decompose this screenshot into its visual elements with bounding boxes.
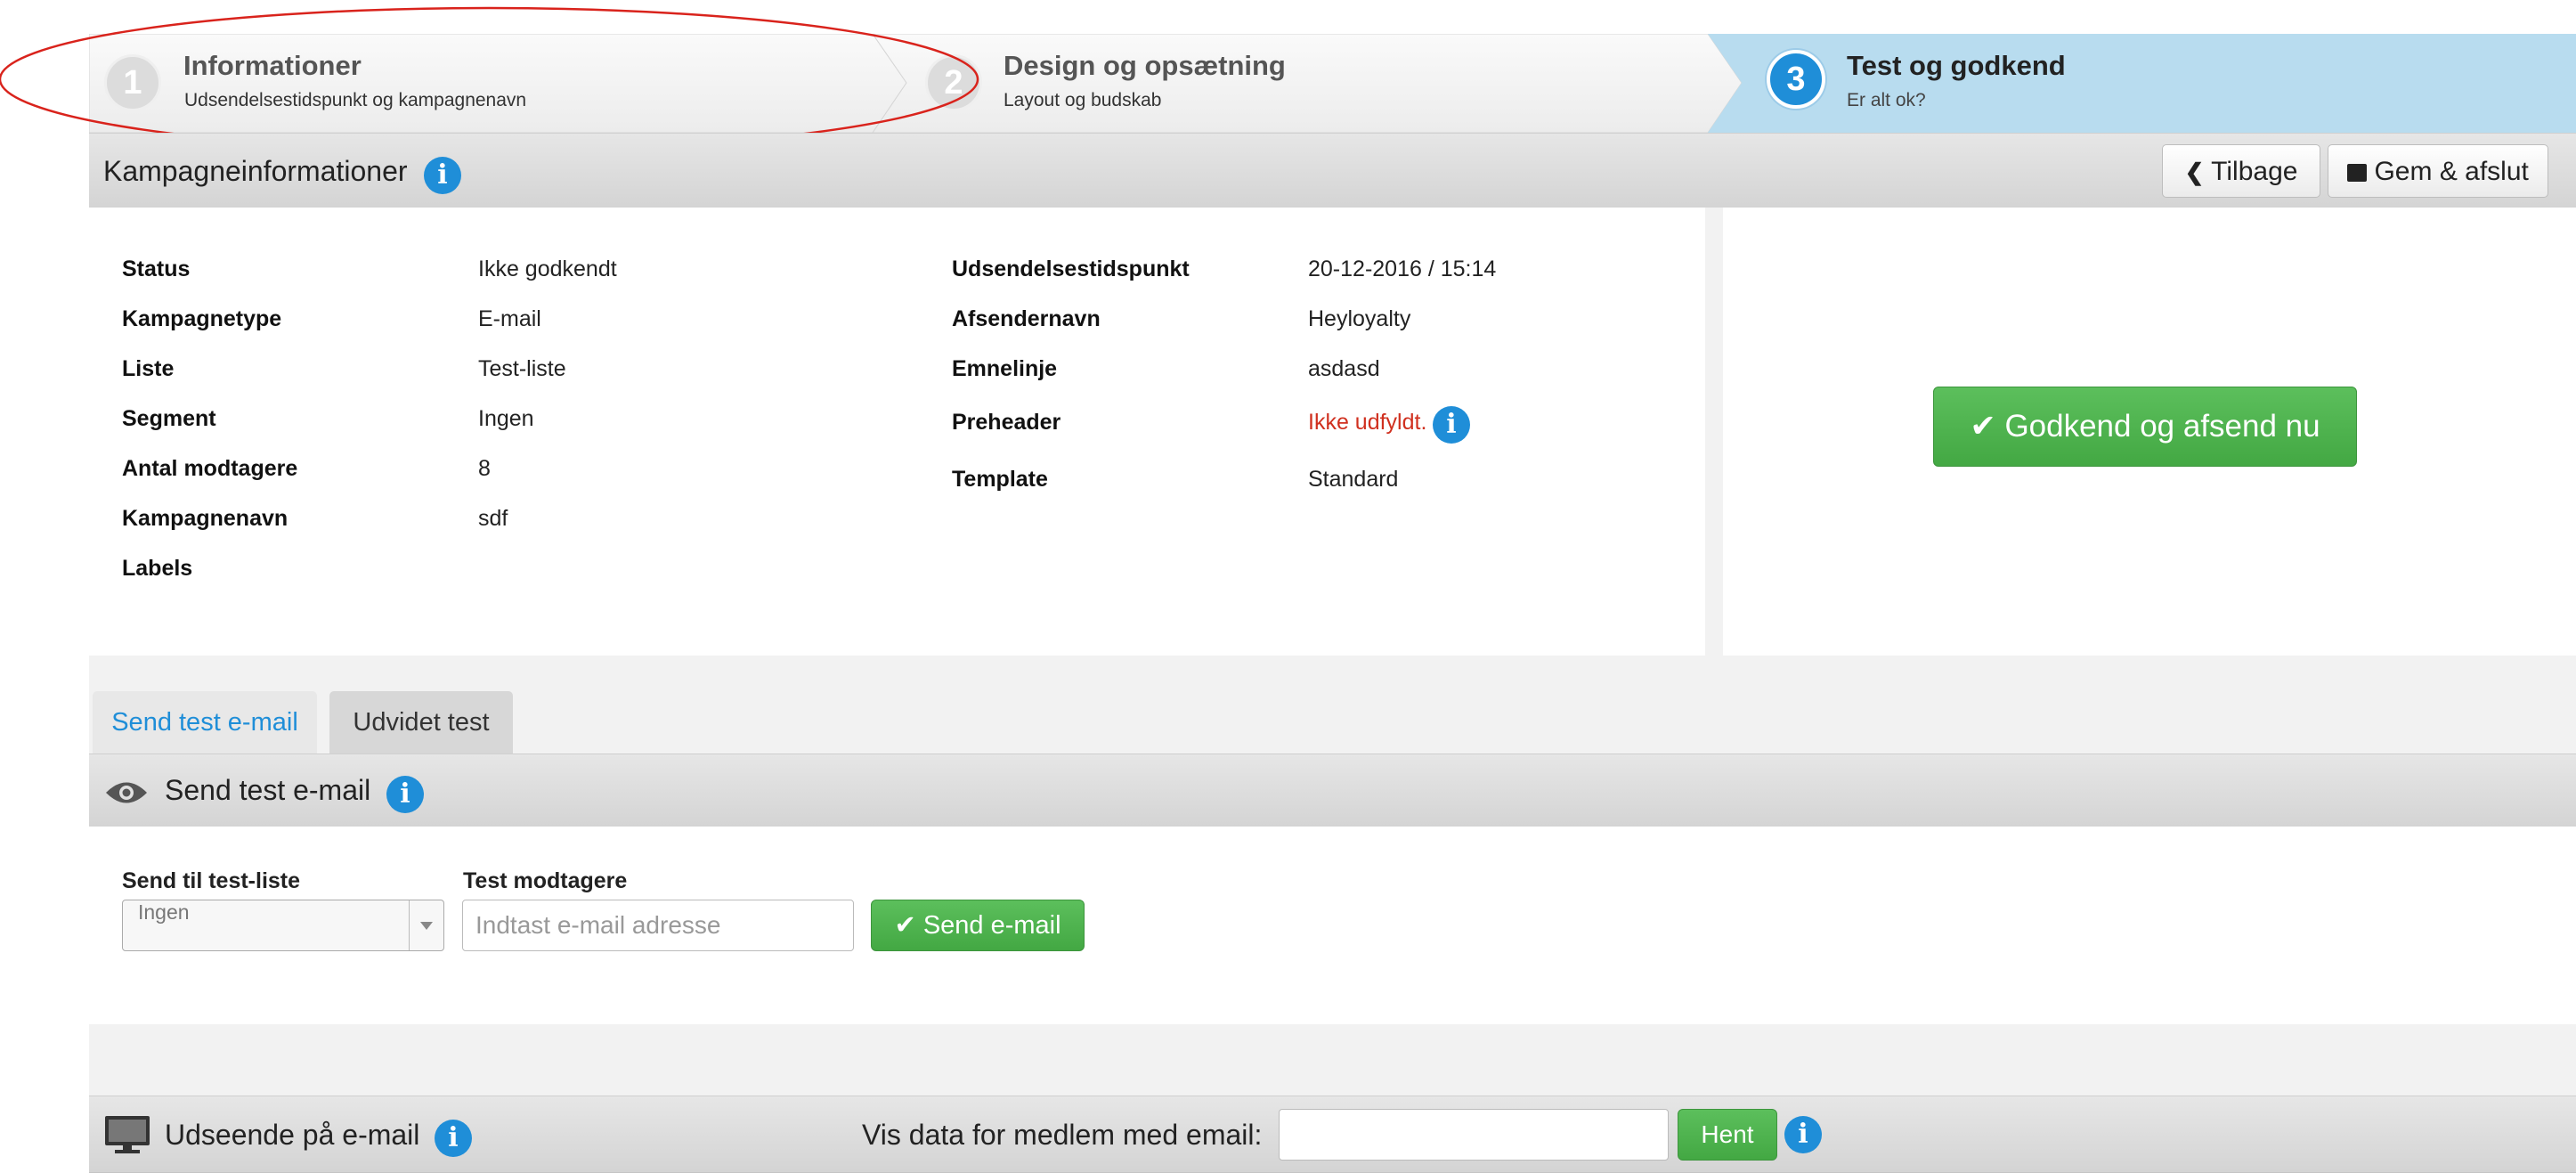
step-3-number[interactable]: 3	[1767, 50, 1825, 109]
monitor-icon	[105, 1116, 150, 1153]
send-test-info-icon[interactable]: i	[386, 776, 424, 813]
send-email-button-label: Send e-mail	[922, 911, 1061, 940]
approve-send-button[interactable]: ✔ Godkend og afsend nu	[1933, 387, 2357, 467]
field-value-segment: Ingen	[478, 406, 534, 431]
field-label-segment: Segment	[122, 406, 216, 431]
wizard-step-3-shape	[1708, 34, 2576, 133]
field-label-campaign-type: Kampagnetype	[122, 306, 282, 331]
test-list-select[interactable]: Ingen	[122, 900, 444, 951]
field-value-recipient-count: 8	[478, 456, 491, 481]
member-email-input[interactable]	[1279, 1109, 1669, 1161]
appearance-header: Udseende på e-mail i Vis data for medlem…	[89, 1096, 2576, 1173]
field-label-preheader: Preheader	[952, 410, 1061, 435]
preheader-info-icon[interactable]: i	[1433, 406, 1470, 444]
back-button-label: Tilbage	[2211, 157, 2298, 186]
wizard-step-2-shape	[872, 34, 1743, 133]
back-button[interactable]: ❮ Tilbage	[2162, 144, 2320, 198]
checkmark-icon: ✔	[894, 911, 916, 940]
step-3-title[interactable]: Test og godkend	[1847, 50, 2066, 82]
approve-send-button-label: Godkend og afsend nu	[2004, 409, 2320, 444]
field-label-subject: Emnelinje	[952, 356, 1058, 381]
test-recipients-input[interactable]: Indtast e-mail adresse	[462, 900, 854, 951]
step-3-subtitle: Er alt ok?	[1847, 90, 1926, 110]
campaign-info-title: Kampagneinformationer	[103, 155, 408, 187]
send-test-title: Send test e-mail	[165, 774, 371, 806]
section-spacer	[89, 1024, 2576, 1096]
save-icon	[2347, 164, 2368, 182]
tab-extended-test[interactable]: Udvidet test	[329, 691, 513, 753]
field-value-campaign-type: E-mail	[478, 306, 541, 331]
appearance-info-icon[interactable]: i	[435, 1120, 472, 1157]
appearance-title: Udseende på e-mail	[165, 1119, 420, 1151]
field-label-campaign-name: Kampagnenavn	[122, 506, 288, 531]
test-list-select-value: Ingen	[138, 900, 190, 924]
field-value-sender-name: Heyloyalty	[1308, 306, 1411, 331]
field-label-send-time: Udsendelsestidspunkt	[952, 257, 1190, 281]
field-value-preheader: Ikke udfyldt.	[1308, 410, 1427, 435]
field-value-list: Test-liste	[478, 356, 566, 381]
tab-send-test-email[interactable]: Send test e-mail	[93, 691, 317, 753]
member-email-label: Vis data for medlem med email:	[862, 1119, 1263, 1151]
step-2-subtitle: Layout og budskab	[1004, 90, 1162, 110]
save-exit-button-label: Gem & afslut	[2374, 157, 2529, 186]
field-value-status: Ikke godkendt	[478, 257, 617, 281]
field-value-template: Standard	[1308, 467, 1399, 492]
field-label-template: Template	[952, 467, 1048, 492]
field-value-campaign-name: sdf	[478, 506, 508, 531]
test-list-label: Send til test-liste	[122, 868, 301, 893]
field-label-recipient-count: Antal modtagere	[122, 456, 298, 481]
eye-icon	[106, 782, 147, 803]
field-label-status: Status	[122, 257, 191, 281]
save-exit-button[interactable]: Gem & afslut	[2328, 144, 2548, 198]
chevron-down-icon[interactable]	[409, 900, 443, 950]
field-value-subject: asdasd	[1308, 356, 1380, 381]
campaign-info-icon[interactable]: i	[424, 157, 461, 194]
member-info-icon[interactable]: i	[1784, 1116, 1822, 1153]
field-value-send-time: 20-12-2016 / 15:14	[1308, 257, 1497, 281]
send-email-button[interactable]: ✔ Send e-mail	[871, 900, 1085, 951]
fetch-button[interactable]: Hent	[1678, 1109, 1777, 1161]
checkmark-icon: ✔	[1970, 409, 1996, 444]
test-recipients-label: Test modtagere	[463, 868, 628, 893]
chevron-left-icon: ❮	[2184, 159, 2205, 185]
field-label-labels: Labels	[122, 556, 193, 581]
field-label-list: Liste	[122, 356, 175, 381]
field-label-sender-name: Afsendernavn	[952, 306, 1101, 331]
step-2-title[interactable]: Design og opsætning	[1004, 50, 1286, 82]
campaign-info-header: Kampagneinformationer i ❮ Tilbage Gem & …	[89, 133, 2576, 209]
send-test-header: Send test e-mail i	[89, 753, 2576, 828]
